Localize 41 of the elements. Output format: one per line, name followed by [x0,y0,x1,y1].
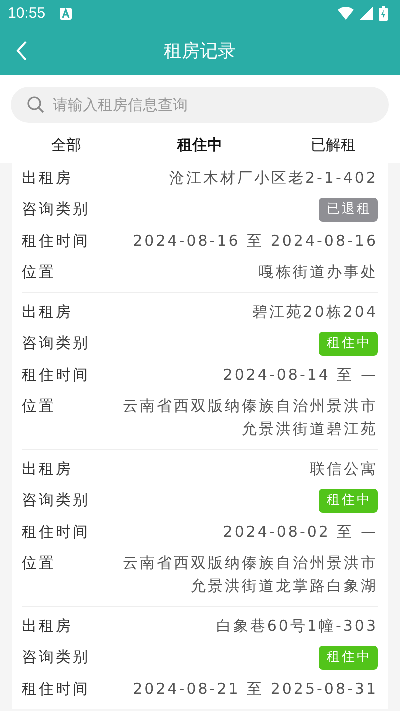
field-label: 租住时间 [22,365,90,386]
field-label: 租住时间 [22,522,90,543]
status-badge: 租住中 [319,489,378,513]
page-title: 租房记录 [164,40,236,63]
battery-icon [379,6,388,21]
field-value: 碧江苑20栋204 [252,302,378,323]
status-badge: 租住中 [319,332,378,356]
field-label: 咨询类别 [22,333,90,354]
field-label: 出租房 [22,302,73,323]
field-value: 2024-08-02 至 — [223,522,378,543]
back-icon [16,41,28,61]
field-label: 位置 [22,396,56,417]
field-label: 出租房 [22,168,73,189]
search-field[interactable]: 请输入租房信息查询 [11,87,389,123]
field-value: 沧江木材厂小区老2-1-402 [169,168,378,189]
tab[interactable]: 全部 [0,127,134,163]
tab[interactable]: 已解租 [266,127,400,163]
status-badge: 租住中 [319,646,378,670]
field-value: 2024-08-14 至 — [223,365,378,386]
field-label: 出租房 [22,616,73,637]
signal-icon [360,7,373,20]
field-label: 位置 [22,553,56,574]
wifi-icon [338,7,354,20]
field-value: 联信公寓 [310,459,378,480]
field-value: 白象巷60号1幢-303 [216,616,378,637]
field-value: 2024-08-16 至 2024-08-16 [133,231,378,252]
field-label: 咨询类别 [22,490,90,511]
search-icon [27,96,45,114]
field-label: 租住时间 [22,231,90,252]
notification-icon [60,8,72,20]
field-label: 咨询类别 [22,647,90,668]
field-label: 租住时间 [22,679,90,700]
status-badge: 已退租 [319,198,378,222]
field-value: 云南省西双版纳傣族自治州景洪市允景洪街道龙掌路白象湖 [122,553,378,597]
status-time: 10:55 [8,5,46,22]
field-label: 咨询类别 [22,199,90,220]
field-value: 嘎栋街道办事处 [259,262,378,283]
field-value: 2024-08-21 至 2025-08-31 [133,679,378,700]
field-value: 云南省西双版纳傣族自治州景洪市允景洪街道碧江苑 [122,396,378,440]
field-label: 出租房 [22,459,73,480]
field-label: 位置 [22,262,56,283]
